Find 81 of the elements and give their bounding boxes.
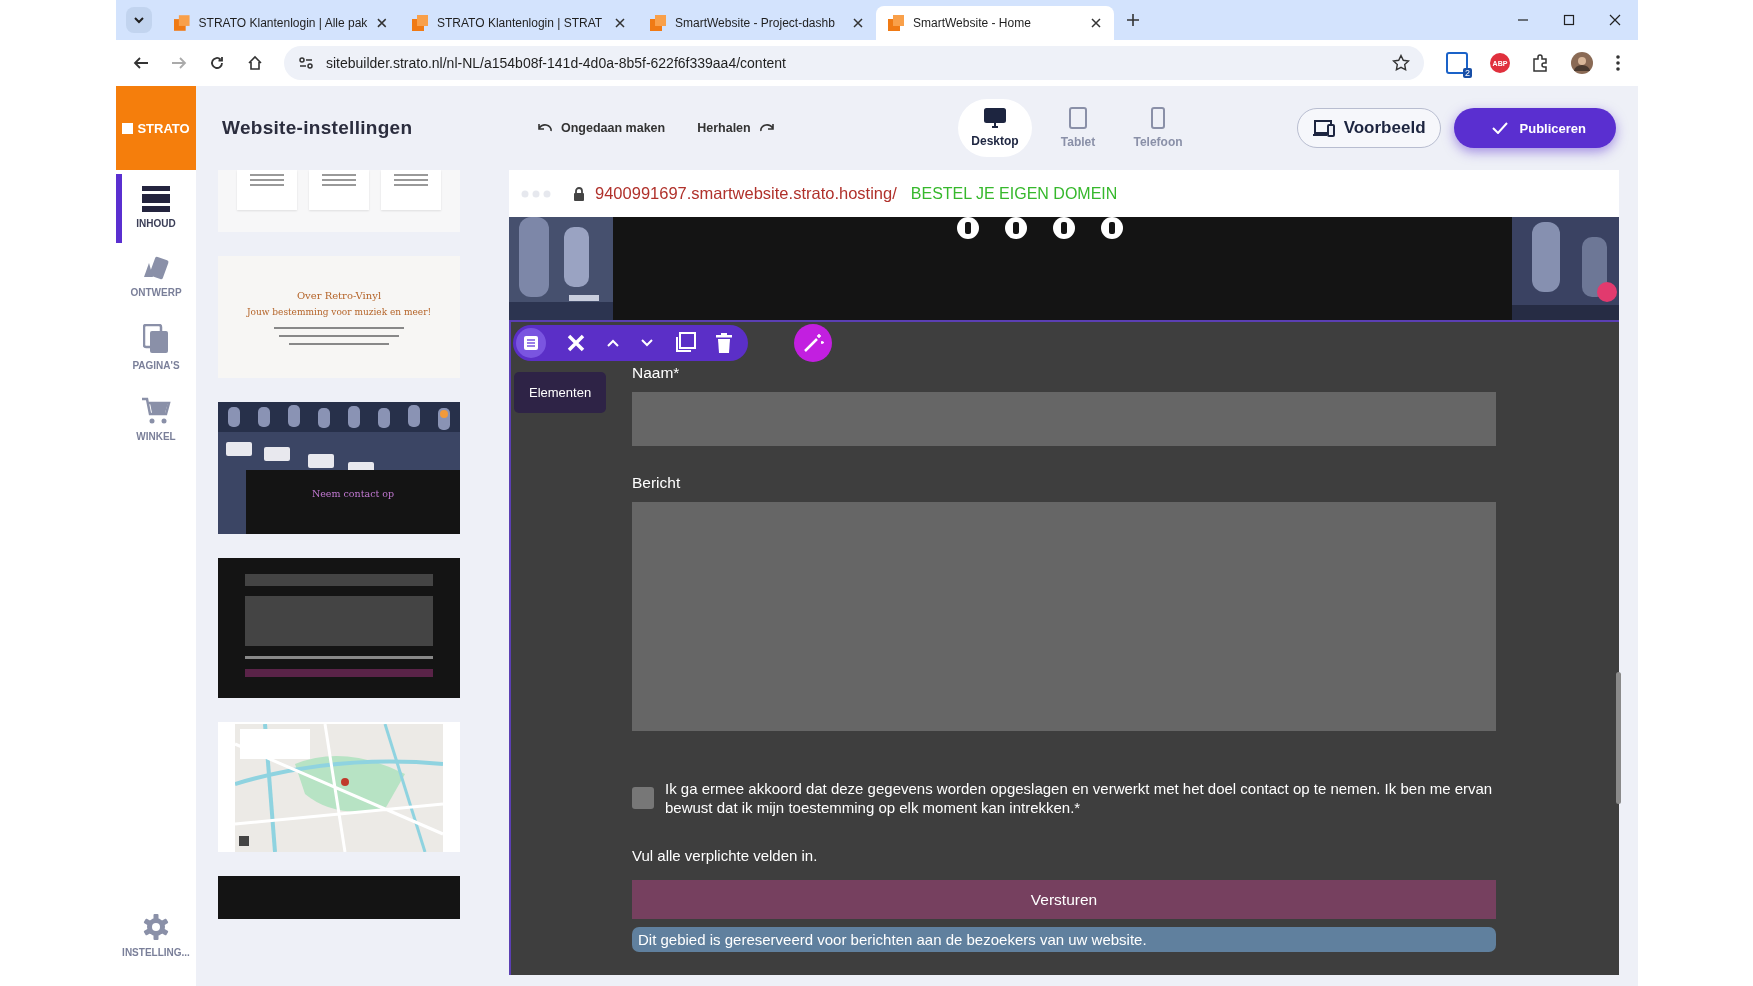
puzzle-icon[interactable]: [1531, 54, 1549, 72]
chevron-down-icon[interactable]: [640, 338, 654, 348]
settings-icon: [142, 913, 170, 941]
sidebar-item[interactable]: PAGINA'S: [116, 312, 196, 385]
new-tab-icon[interactable]: [1126, 13, 1140, 27]
checkbox[interactable]: [632, 787, 654, 809]
favicon-icon: [888, 15, 904, 31]
tooltip: Elementen: [514, 372, 607, 413]
maximize-icon[interactable]: [1563, 14, 1575, 26]
browser-tab[interactable]: STRATO Klantenlogin | Alle pak: [162, 6, 400, 40]
thumbnail-heading: Neem contact op: [311, 488, 395, 501]
menu-icon[interactable]: [1615, 54, 1621, 72]
field-label: Naam*: [632, 364, 680, 382]
favicon-icon: [174, 15, 190, 31]
tab-list-icon[interactable]: [126, 7, 152, 33]
thumbnail-subheading: Jouw bestemming voor muziek en meer!: [246, 306, 432, 317]
browser-tab[interactable]: STRATO Klantenlogin | STRAT: [400, 6, 638, 40]
publish-button[interactable]: Publiceren: [1453, 108, 1616, 148]
notice-message: Dit gebied is gereserveerd voor berichten aan de bezoekers van uw website.: [632, 927, 1496, 952]
page-section-thumbnail[interactable]: [218, 876, 460, 919]
reload-icon[interactable]: [209, 55, 225, 71]
lock-icon: [573, 186, 585, 201]
preview-button[interactable]: Voorbeeld: [1296, 108, 1441, 148]
consent-text: Ik ga ermee akkoord dat deze gegevens worden opgeslagen en verwerkt met het doel contact op te nemen. Ik ben me ervan bewust dat ik mijn toestemming op elk moment kan intrekken.*: [665, 779, 1494, 817]
favicon-icon: [650, 15, 666, 31]
submit-button[interactable]: Versturen: [632, 880, 1496, 919]
trash-icon[interactable]: [716, 333, 732, 353]
close-icon[interactable]: [1609, 14, 1621, 26]
browser-tab[interactable]: SmartWebsite - Project-dashb: [638, 6, 876, 40]
avatar-icon[interactable]: [1571, 52, 1593, 74]
layers-icon: [142, 186, 170, 212]
favicon-icon: [412, 15, 428, 31]
page-section-thumbnail[interactable]: [218, 558, 460, 698]
social-media-icon[interactable]: [1052, 217, 1075, 239]
site-settings-icon[interactable]: [298, 55, 314, 71]
device-tab[interactable]: Desktop: [958, 99, 1032, 157]
redo-icon: [758, 122, 775, 134]
page-section-thumbnail[interactable]: Neem contact op: [218, 402, 460, 534]
required-note: Vul alle verplichte velden in.: [632, 847, 819, 864]
duplicate-icon[interactable]: [674, 332, 696, 354]
field-label: Bericht: [632, 474, 681, 492]
site-url: 9400991697.smartwebsite.strato.hosting/: [595, 184, 897, 203]
close-icon[interactable]: [852, 17, 864, 29]
sidebar-item[interactable]: INHOUD: [116, 174, 196, 243]
thumbnail-heading: Over Retro-Vinyl: [296, 289, 382, 301]
address-bar[interactable]: sitebuilder.strato.nl/nl-NL/a154b08f-141d-4d0a-8b5f-622f6f339aa4/content: [284, 46, 1424, 80]
close-icon[interactable]: [376, 17, 388, 29]
social-media-icon[interactable]: [956, 217, 979, 239]
devices-icon: [1311, 119, 1336, 137]
close-icon[interactable]: [614, 17, 626, 29]
back-icon[interactable]: [133, 55, 149, 71]
page-section-thumbnail[interactable]: [218, 722, 460, 852]
name-field[interactable]: [632, 392, 1496, 446]
pages-icon: [143, 324, 169, 354]
star-icon[interactable]: [1392, 54, 1410, 72]
list-icon[interactable]: [516, 328, 546, 358]
redo-button[interactable]: Herhalen: [697, 121, 775, 135]
window-dots-icon: [521, 189, 551, 198]
logo-square-icon: [122, 122, 134, 134]
sidebar-item[interactable]: ONTWERP: [116, 243, 196, 312]
settings-item[interactable]: INSTELLING...: [116, 901, 196, 972]
page-section-thumbnail[interactable]: [218, 170, 460, 232]
home-icon[interactable]: [247, 55, 263, 71]
social-media-icon[interactable]: [1004, 217, 1027, 239]
page-title: Website-instellingen: [222, 117, 413, 138]
social-media-icon[interactable]: [1100, 217, 1123, 239]
cart-icon: [141, 397, 171, 425]
magic-wand-icon[interactable]: [794, 324, 832, 362]
sidebar-item[interactable]: WINKEL: [116, 385, 196, 456]
message-field[interactable]: [632, 502, 1496, 731]
monitor-icon: [984, 108, 1006, 128]
phone-icon: [1151, 107, 1165, 129]
chevron-up-icon[interactable]: [606, 338, 620, 348]
swatches-icon: [141, 255, 171, 281]
undo-icon: [537, 122, 553, 134]
close-icon[interactable]: [1090, 17, 1102, 29]
page-section-thumbnail[interactable]: Over Retro-Vinyl Jouw bestemming voor muziek en meer!: [218, 256, 460, 378]
browser-tab[interactable]: SmartWebsite - Home: [876, 6, 1114, 40]
checkmark-icon: [1491, 122, 1508, 134]
undo-button[interactable]: Ongedaan maken: [537, 121, 666, 135]
tablet-icon: [1069, 107, 1087, 129]
